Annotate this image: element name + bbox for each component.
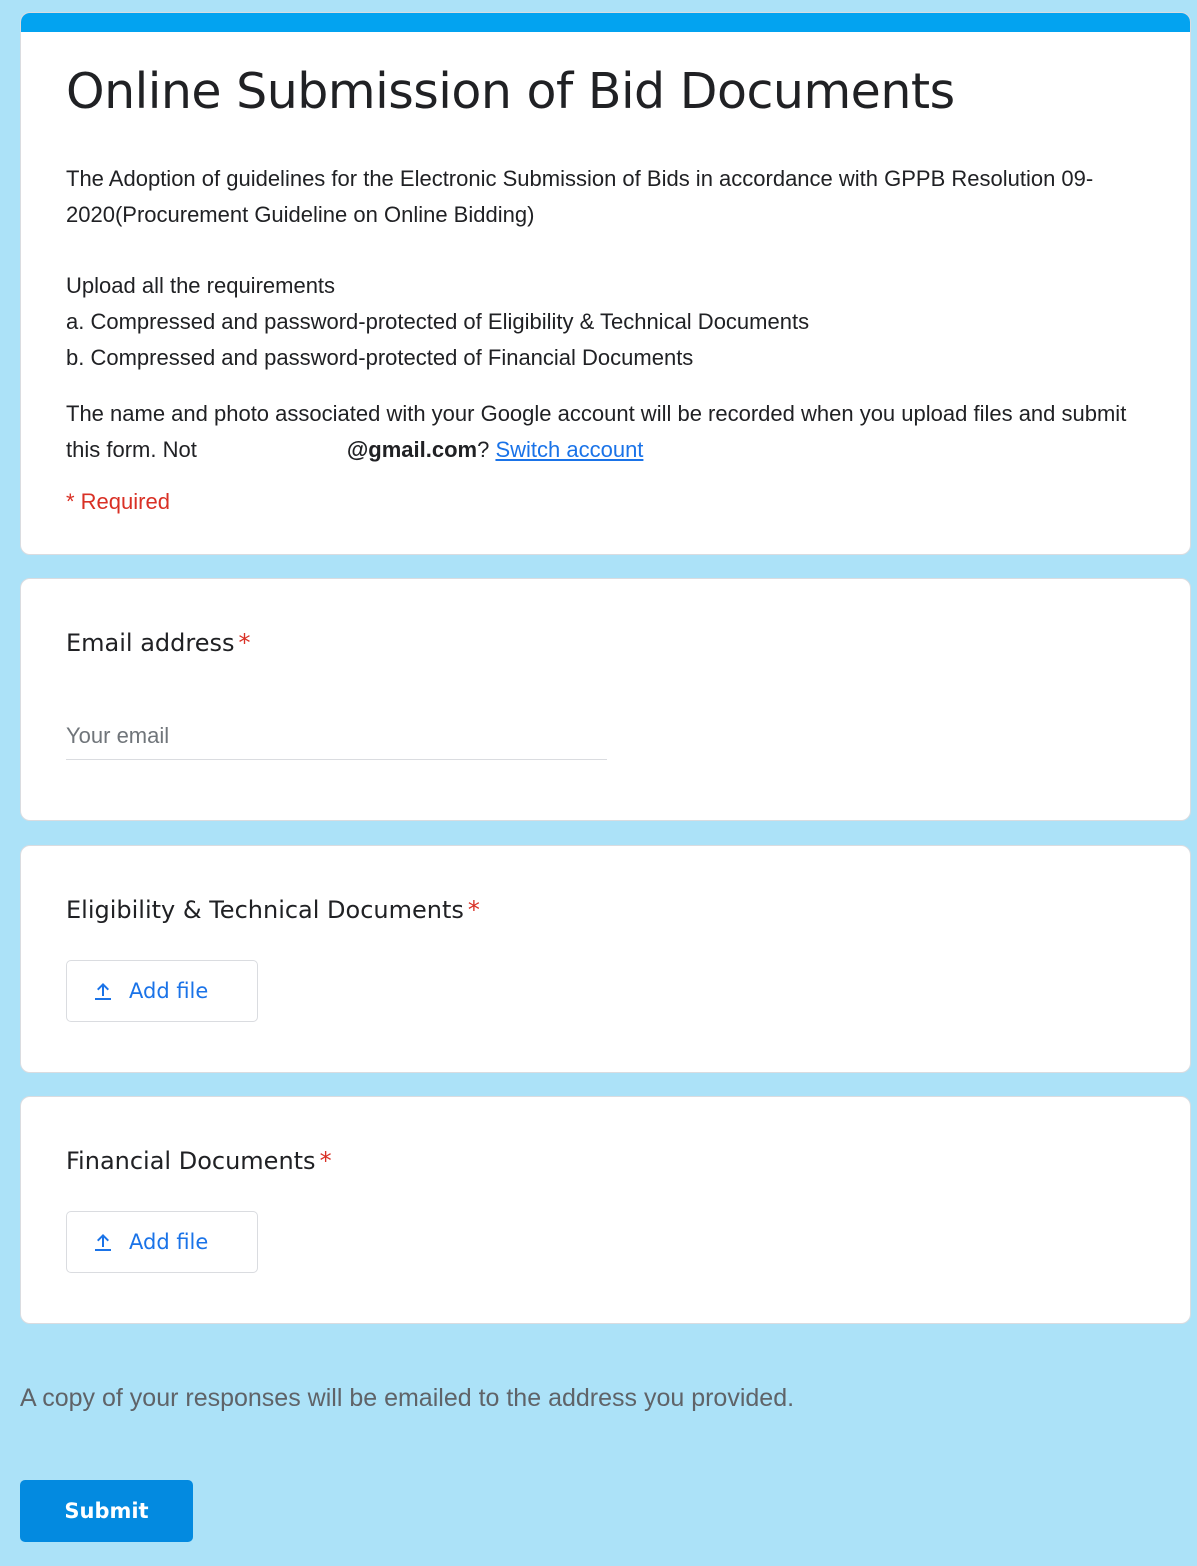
account-email: @gmail.com [346,437,478,462]
upload-icon [95,1234,111,1251]
financial-question-title: Financial Documents * [66,1147,332,1175]
form-title: Online Submission of Bid Documents [66,63,955,120]
add-file-label: Add file [129,1230,209,1254]
requirements-intro: Upload all the requirements [66,273,336,298]
required-note: * Required [66,489,170,514]
upload-icon [95,983,111,1000]
email-input[interactable] [66,719,607,760]
form-description: The Adoption of guidelines for the Elect… [66,166,1094,227]
required-star: * [467,896,480,924]
required-star: * [238,629,251,657]
submit-button[interactable]: Submit [20,1480,193,1542]
eligibility-question-label: Eligibility & Technical Documents [66,896,464,924]
eligibility-question-card: Eligibility & Technical Documents * Add f… [20,845,1191,1073]
requirement-b: b. Compressed and password-protected of … [66,345,694,370]
email-question-label: Email address [66,629,235,657]
account-question-mark: ? [477,437,490,462]
copy-responses-note: A copy of your responses will be emailed… [20,1384,795,1412]
account-notice: The name and photo associated with your … [66,396,1156,468]
form-header-card: Online Submission of Bid Documents The A… [20,12,1191,555]
financial-question-card: Financial Documents * Add file [20,1096,1191,1324]
financial-question-label: Financial Documents [66,1147,316,1175]
eligibility-add-file-button[interactable]: Add file [66,960,258,1022]
header-accent-bar [21,13,1190,32]
requirement-a: a. Compressed and password-protected of … [66,309,810,334]
required-star: * [319,1147,332,1175]
email-question-title: Email address * [66,629,251,657]
add-file-label: Add file [129,979,209,1003]
switch-account-link[interactable]: Switch account [495,437,643,462]
eligibility-question-title: Eligibility & Technical Documents * [66,896,480,924]
financial-add-file-button[interactable]: Add file [66,1211,258,1273]
requirements-list: Upload all the requirements a. Compresse… [66,268,1156,376]
email-question-card: Email address * [20,578,1191,821]
